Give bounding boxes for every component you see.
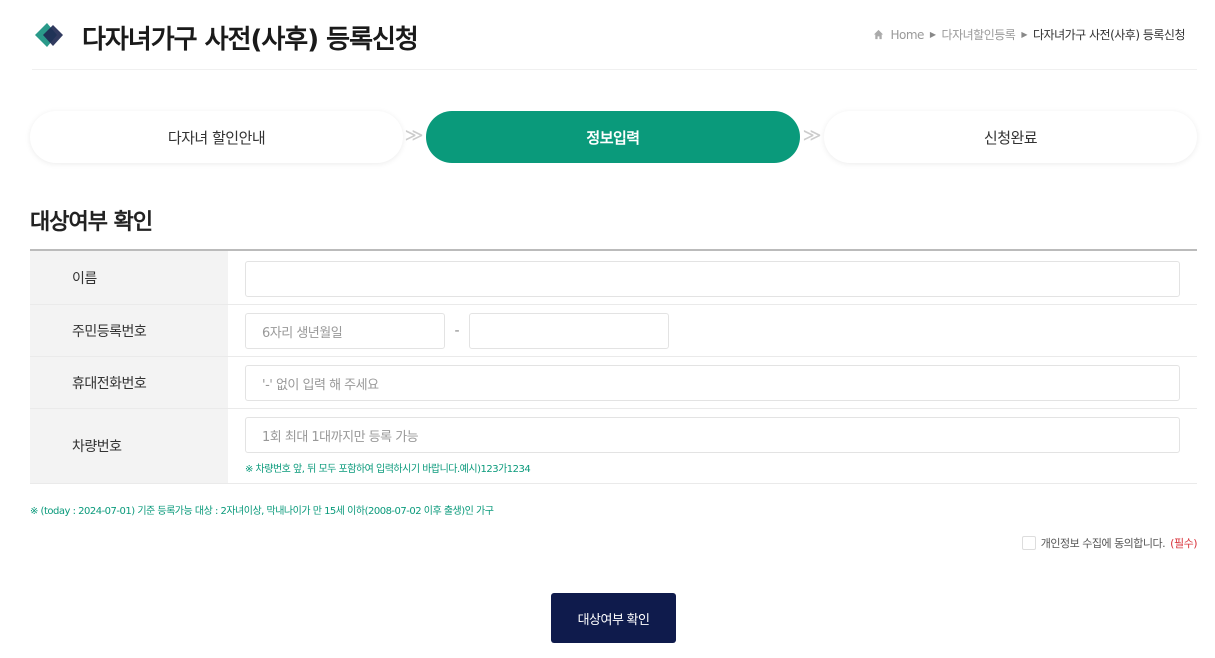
privacy-agree-label[interactable]: 개인정보 수집에 동의합니다. [1041,535,1166,551]
form-row-name: 이름 [30,251,1197,305]
car-help-text: ※ 차량번호 앞, 뒤 모두 포함하여 입력하시기 바랍니다.예시)123가12… [245,464,531,475]
phone-input[interactable]: '-' 없이 입력 해 주세요 [245,365,1180,401]
jumin-label: 주민등록번호 [30,305,228,356]
step-discount-info: 다자녀 할인안내 [30,111,403,163]
breadcrumb: Home ▶ 다자녀할인등록 ▶ 다자녀가구 사전(사후) 등록신청 [873,26,1186,43]
breadcrumb-parent[interactable]: 다자녀할인등록 [942,26,1016,43]
required-badge: (필수) [1170,537,1197,550]
breadcrumb-separator-icon: ▶ [929,30,936,39]
jumin-dash: - [454,323,460,339]
form-row-phone: 휴대전화번호 '-' 없이 입력 해 주세요 [30,357,1197,409]
jumin-back-input[interactable] [469,313,669,349]
eligibility-note: ※ (today : 2024-07-01) 기준 등록가능 대상 : 2자녀이… [30,506,494,517]
name-input[interactable] [245,261,1180,297]
jumin-front-input[interactable]: 6자리 생년월일 [245,313,445,349]
privacy-agree-checkbox[interactable] [1021,536,1036,550]
step-complete: 신청완료 [824,111,1197,163]
form-row-jumin: 주민등록번호 6자리 생년월일 - [30,305,1197,357]
breadcrumb-current: 다자녀가구 사전(사후) 등록신청 [1032,28,1186,42]
step-arrow-icon: ≫ [404,125,424,146]
privacy-agree: 개인정보 수집에 동의합니다. (필수) [1021,535,1197,551]
page-title: 다자녀가구 사전(사후) 등록신청 [82,25,419,55]
check-eligibility-button[interactable]: 대상여부 확인 [551,593,676,643]
car-number-input[interactable]: 1회 최대 1대까지만 등록 가능 [245,417,1180,453]
phone-label: 휴대전화번호 [30,357,228,408]
form-row-car: 차량번호 1회 최대 1대까지만 등록 가능 ※ 차량번호 앞, 뒤 모두 포함… [30,409,1197,484]
step-arrow-icon: ≫ [802,125,822,146]
name-label: 이름 [30,251,228,304]
car-label: 차량번호 [30,409,228,483]
home-icon [874,29,884,40]
section-title: 대상여부 확인 [30,210,153,235]
breadcrumb-separator-icon: ▶ [1021,30,1027,39]
page-header: 다자녀가구 사전(사후) 등록신청 Home ▶ 다자녀할인등록 ▶ 다자녀가구… [32,16,1197,70]
logo-icon [35,23,63,47]
step-info-input: 정보입력 [426,111,800,163]
progress-steps: 다자녀 할인안내 ≫ 정보입력 ≫ 신청완료 [30,111,1197,163]
eligibility-form: 이름 주민등록번호 6자리 생년월일 - 휴대전화번호 '-' 없이 입력 해 … [30,249,1197,484]
breadcrumb-home[interactable]: Home [890,28,924,42]
